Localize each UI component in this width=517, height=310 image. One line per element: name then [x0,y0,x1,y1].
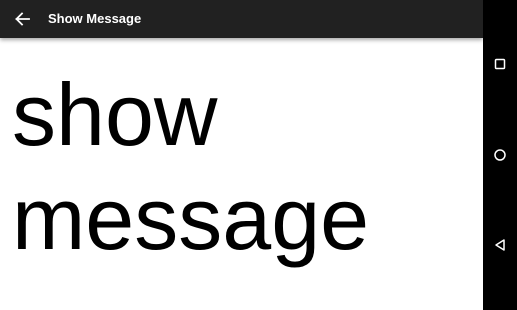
message-text: show message [12,65,370,268]
device-screen: Show Message show message [0,0,517,310]
system-navigation-bar [483,0,517,310]
system-back-button[interactable] [488,233,512,257]
back-button[interactable] [8,5,36,33]
arrow-back-icon [15,12,30,26]
page-title: Show Message [48,11,142,26]
triangle-back-icon [495,239,505,251]
app-toolbar: Show Message [0,0,483,38]
home-button[interactable] [488,143,512,167]
message-content: show message [0,38,483,310]
recents-button[interactable] [488,52,512,76]
square-icon [494,58,506,70]
app-window: Show Message show message [0,0,483,310]
circle-icon [494,149,506,161]
